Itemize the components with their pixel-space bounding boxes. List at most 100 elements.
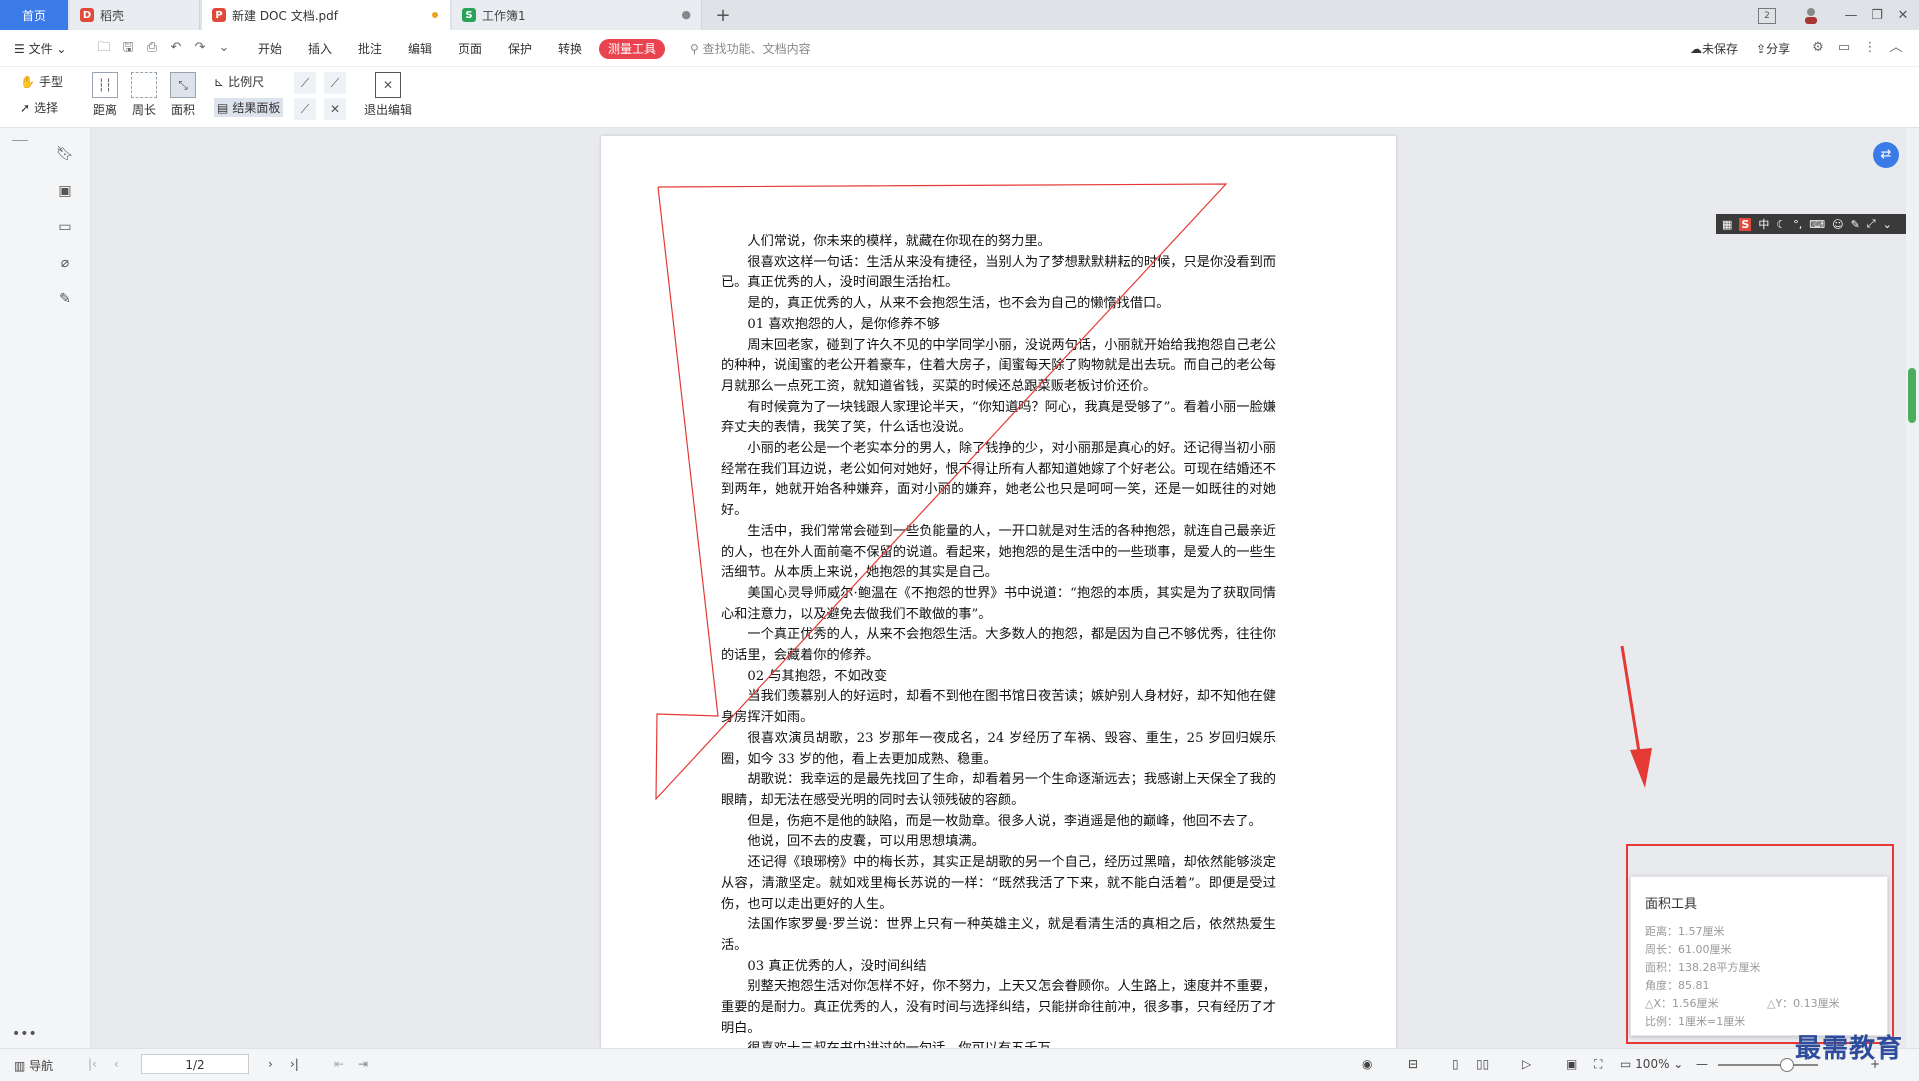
navigation-button[interactable]: ▥ 导航: [14, 1057, 53, 1074]
fit-page-icon[interactable]: ▣: [1566, 1057, 1577, 1071]
menu-convert[interactable]: 转换: [558, 40, 582, 57]
redo-icon[interactable]: ↷: [192, 40, 208, 56]
menu-comment[interactable]: 批注: [358, 40, 382, 57]
pdf-icon: P: [212, 8, 226, 22]
menu-page[interactable]: 页面: [458, 40, 482, 57]
menu-start[interactable]: 开始: [258, 40, 282, 57]
back-icon[interactable]: ⇤: [334, 1057, 344, 1071]
keyboard-icon: ⌨: [1809, 217, 1826, 231]
zoom-out-button[interactable]: —: [1696, 1057, 1708, 1071]
area-result-panel: 面积工具 距离：1.57厘米 周长：61.00厘米 面积：138.28平方厘米 …: [1630, 876, 1888, 1036]
comment-icon[interactable]: ▭: [1836, 40, 1852, 56]
forward-icon[interactable]: ⇥: [358, 1057, 368, 1071]
next-page-icon[interactable]: ›: [268, 1057, 273, 1071]
more-icon[interactable]: ⌄: [216, 40, 232, 56]
unsaved-button[interactable]: ☁未保存: [1690, 40, 1738, 57]
open-icon[interactable]: 🗀: [96, 40, 112, 56]
page-number-input[interactable]: 1/2: [141, 1054, 249, 1074]
signature-icon[interactable]: ✎: [56, 290, 74, 308]
select-tool-button[interactable]: ➚ 选择: [20, 99, 58, 116]
search-placeholder: 查找功能、文档内容: [702, 42, 811, 56]
tab-pdf-doc[interactable]: P 新建 DOC 文档.pdf: [202, 0, 450, 30]
share-icon: ⇪: [1756, 42, 1767, 56]
avatar[interactable]: [1800, 4, 1822, 26]
exit-edit-button[interactable]: ✕ 退出编辑: [364, 72, 412, 118]
zoom-select[interactable]: ▭ 100% ⌄: [1620, 1057, 1683, 1071]
single-page-icon[interactable]: ▯: [1452, 1057, 1459, 1071]
snap-endpoint-icon[interactable]: ⟋: [294, 72, 316, 94]
eye-protect-icon[interactable]: ◉: [1362, 1057, 1372, 1071]
sogou-icon: S: [1739, 217, 1752, 231]
snap-path-icon[interactable]: ⟋: [294, 98, 316, 120]
area-label: 面积: [170, 103, 195, 117]
scale-label: 比例尺: [228, 75, 265, 89]
minimize-button[interactable]: —: [1840, 4, 1862, 26]
translate-float-icon[interactable]: ⇄: [1873, 142, 1899, 168]
share-button[interactable]: ⇪分享: [1756, 40, 1790, 57]
rail-handle: [12, 140, 28, 141]
result-panel-label: 结果面板: [232, 101, 281, 115]
more-vertical-icon[interactable]: ⋮: [1862, 40, 1878, 56]
new-tab-button[interactable]: +: [712, 4, 734, 26]
settings-icon[interactable]: ⚙: [1810, 40, 1826, 56]
hand-tool-button[interactable]: ✋ 手型: [20, 73, 63, 90]
tab-workbook[interactable]: S 工作簿1 ●: [452, 0, 702, 30]
attachment-icon[interactable]: ⌀: [56, 254, 74, 272]
user-icon: ☺: [1832, 217, 1844, 231]
dropdown-icon: ⌄: [1882, 217, 1892, 231]
fit-width-icon[interactable]: ⊟: [1408, 1057, 1418, 1071]
ime-grip-icon: ▦: [1722, 217, 1733, 231]
tab-home-label: 首页: [21, 8, 46, 23]
select-label: 选择: [34, 101, 59, 115]
perimeter-tool-button[interactable]: 周长: [131, 72, 157, 118]
close-icon[interactable]: ●: [681, 8, 691, 21]
result-panel-button[interactable]: ▤ 结果面板: [214, 98, 284, 117]
annotation-icon[interactable]: ▭: [56, 218, 74, 236]
distance-tool-button[interactable]: ┆┆ 距离: [92, 72, 118, 118]
snap-intersection-icon[interactable]: ✕: [324, 98, 346, 120]
zoom-value: 100%: [1635, 1057, 1670, 1071]
zoom-slider-handle[interactable]: [1780, 1058, 1794, 1072]
actual-size-icon[interactable]: ⛶: [1594, 1057, 1602, 1072]
tab-home[interactable]: 首页: [0, 0, 68, 30]
undo-icon[interactable]: ↶: [168, 40, 184, 56]
menu-protect[interactable]: 保护: [508, 40, 532, 57]
ime-mode[interactable]: 中: [1758, 216, 1769, 232]
save-icon[interactable]: 🖫: [120, 40, 136, 56]
print-icon[interactable]: ⎙: [144, 40, 160, 56]
more-options-icon[interactable]: •••: [12, 1026, 37, 1042]
vertical-scrollbar[interactable]: [1906, 128, 1919, 1048]
area-polygon[interactable]: [655, 183, 1228, 801]
bookmark-icon[interactable]: 🔖︎: [56, 145, 74, 163]
menu-insert[interactable]: 插入: [308, 40, 332, 57]
collapse-ribbon-icon[interactable]: ︿: [1888, 40, 1904, 56]
snap-midpoint-icon[interactable]: ⟋: [324, 72, 346, 94]
restore-button[interactable]: ❐: [1866, 4, 1888, 26]
first-page-icon[interactable]: |‹: [88, 1057, 97, 1071]
double-page-icon[interactable]: ▯▯: [1476, 1057, 1489, 1071]
tab-workbook-label: 工作簿1: [482, 8, 526, 23]
area-measurement-shape[interactable]: [601, 136, 1396, 1048]
menu-edit[interactable]: 编辑: [408, 40, 432, 57]
status-bar: ▥ 导航 |‹ ‹ 1/2 › ›| ⇤ ⇥ ◉ ⊟ ▯ ▯▯ ▷ ▣ ⛶ ▭ …: [0, 1048, 1919, 1081]
spreadsheet-icon: S: [462, 8, 476, 22]
ime-toolbar[interactable]: ▦ S 中 ☾ °, ⌨ ☺ ✎ ⤢ ⌄: [1716, 214, 1906, 234]
prev-page-icon[interactable]: ‹: [114, 1057, 119, 1071]
tab-measure-tool[interactable]: 测量工具: [599, 39, 665, 59]
last-page-icon[interactable]: ›|: [290, 1057, 299, 1071]
play-icon[interactable]: ▷: [1522, 1057, 1531, 1071]
menu-bar: ☰ 文件 ⌄ 🗀 🖫 ⎙ ↶ ↷ ⌄ 开始 插入 批注 编辑 页面 保护 转换 …: [0, 30, 1919, 67]
result-perimeter: 周长：61.00厘米: [1645, 943, 1732, 956]
search-box[interactable]: ⚲ 查找功能、文档内容: [690, 40, 811, 57]
tab-daoke[interactable]: D 稻壳: [70, 0, 200, 30]
file-menu[interactable]: ☰ 文件 ⌄: [14, 40, 66, 57]
scale-button[interactable]: ⊾ 比例尺: [214, 73, 264, 90]
cloud-icon: ☁: [1690, 42, 1702, 56]
nav-panel-icon: ▥: [14, 1059, 26, 1073]
area-tool-button[interactable]: ⤡ 面积: [170, 72, 196, 118]
close-window-button[interactable]: ✕: [1892, 4, 1914, 26]
thumbnail-icon[interactable]: ▣: [56, 182, 74, 200]
scroll-thumb[interactable]: [1908, 368, 1916, 423]
cursor-icon: ➚: [20, 100, 31, 115]
page-count-badge[interactable]: 2: [1758, 8, 1776, 24]
